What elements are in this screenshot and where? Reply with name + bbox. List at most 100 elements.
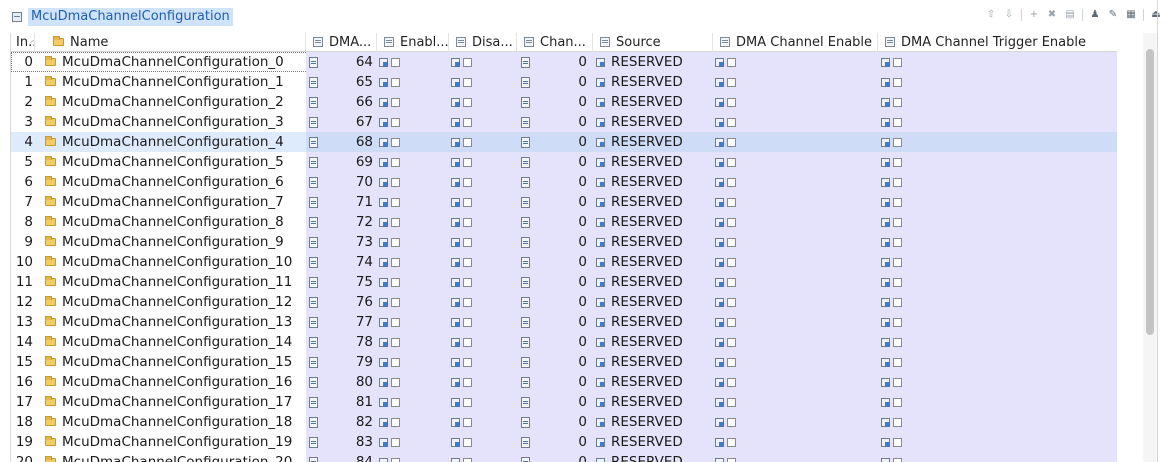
- scrollbar-thumb[interactable]: [1146, 49, 1154, 335]
- container-title[interactable]: McuDmaChannelConfiguration: [28, 8, 233, 26]
- disable-checkbox[interactable]: [463, 278, 472, 287]
- source-cell[interactable]: RESERVED: [593, 252, 711, 272]
- dma-value[interactable]: 75: [331, 272, 373, 292]
- dma-channel-enable-checkbox[interactable]: [727, 238, 736, 247]
- row-name-cell[interactable]: McuDmaChannelConfiguration_4: [45, 132, 305, 152]
- dma-channel-trigger-enable-checkbox[interactable]: [893, 298, 902, 307]
- vertical-scrollbar[interactable]: [1143, 33, 1157, 462]
- enable-checkbox[interactable]: [391, 178, 400, 187]
- header-name[interactable]: Name: [35, 33, 306, 52]
- table-row[interactable]: 1 McuDmaChannelConfiguration_1 65 0 RESERVED: [11, 72, 1117, 92]
- dma-channel-enable-checkbox[interactable]: [727, 278, 736, 287]
- row-name-cell[interactable]: McuDmaChannelConfiguration_19: [45, 432, 305, 452]
- source-cell[interactable]: RESERVED: [593, 372, 711, 392]
- row-name-cell[interactable]: McuDmaChannelConfiguration_1: [45, 72, 305, 92]
- header-dma-channel-enable[interactable]: DMA Channel Enable: [713, 33, 878, 52]
- enable-checkbox[interactable]: [391, 398, 400, 407]
- disable-checkbox[interactable]: [463, 138, 472, 147]
- channel-value[interactable]: 0: [551, 72, 587, 92]
- dma-channel-trigger-enable-checkbox[interactable]: [893, 258, 902, 267]
- channel-value[interactable]: 0: [551, 352, 587, 372]
- channel-value[interactable]: 0: [551, 152, 587, 172]
- channel-value[interactable]: 0: [551, 392, 587, 412]
- enable-checkbox[interactable]: [391, 198, 400, 207]
- dma-channel-trigger-enable-checkbox[interactable]: [893, 318, 902, 327]
- table-row[interactable]: 10 McuDmaChannelConfiguration_10 74 0 RESERV…: [11, 252, 1117, 272]
- source-cell[interactable]: RESERVED: [593, 132, 711, 152]
- dma-value[interactable]: 64: [331, 52, 373, 72]
- enable-checkbox[interactable]: [391, 78, 400, 87]
- disable-checkbox[interactable]: [463, 378, 472, 387]
- enable-checkbox[interactable]: [391, 338, 400, 347]
- enable-checkbox[interactable]: [391, 358, 400, 367]
- disable-checkbox[interactable]: [463, 98, 472, 107]
- dma-value[interactable]: 84: [331, 452, 373, 462]
- table-row[interactable]: 11 McuDmaChannelConfiguration_11 75 0 RESERV…: [11, 272, 1117, 292]
- disable-checkbox[interactable]: [463, 358, 472, 367]
- dma-channel-enable-checkbox[interactable]: [727, 138, 736, 147]
- dma-channel-trigger-enable-checkbox[interactable]: [893, 158, 902, 167]
- dma-channel-trigger-enable-checkbox[interactable]: [893, 58, 902, 67]
- enable-checkbox[interactable]: [391, 418, 400, 427]
- dma-value[interactable]: 81: [331, 392, 373, 412]
- channel-value[interactable]: 0: [551, 52, 587, 72]
- row-name-cell[interactable]: McuDmaChannelConfiguration_8: [45, 212, 305, 232]
- row-name-cell[interactable]: McuDmaChannelConfiguration_0: [45, 52, 305, 72]
- source-cell[interactable]: RESERVED: [593, 392, 711, 412]
- row-name-cell[interactable]: McuDmaChannelConfiguration_15: [45, 352, 305, 372]
- dma-channel-trigger-enable-checkbox[interactable]: [893, 218, 902, 227]
- move-down-icon[interactable]: ⇩: [1003, 9, 1015, 21]
- enable-checkbox[interactable]: [391, 318, 400, 327]
- dma-channel-enable-checkbox[interactable]: [727, 258, 736, 267]
- row-name-cell[interactable]: McuDmaChannelConfiguration_18: [45, 412, 305, 432]
- dma-channel-enable-checkbox[interactable]: [727, 198, 736, 207]
- row-name-cell[interactable]: McuDmaChannelConfiguration_12: [45, 292, 305, 312]
- dma-value[interactable]: 83: [331, 432, 373, 452]
- dma-value[interactable]: 71: [331, 192, 373, 212]
- dma-channel-trigger-enable-checkbox[interactable]: [893, 78, 902, 87]
- dma-value[interactable]: 74: [331, 252, 373, 272]
- enable-checkbox[interactable]: [391, 278, 400, 287]
- dma-channel-trigger-enable-checkbox[interactable]: [893, 98, 902, 107]
- dma-channel-trigger-enable-checkbox[interactable]: [893, 438, 902, 447]
- table-row[interactable]: 8 McuDmaChannelConfiguration_8 72 0 RESERVED: [11, 212, 1117, 232]
- channel-value[interactable]: 0: [551, 372, 587, 392]
- channel-value[interactable]: 0: [551, 452, 587, 462]
- table-row[interactable]: 15 McuDmaChannelConfiguration_15 79 0 RESERV…: [11, 352, 1117, 372]
- row-name-cell[interactable]: McuDmaChannelConfiguration_6: [45, 172, 305, 192]
- dma-channel-enable-checkbox[interactable]: [727, 458, 736, 462]
- table-row[interactable]: 16 McuDmaChannelConfiguration_16 80 0 RESERV…: [11, 372, 1117, 392]
- move-up-icon[interactable]: ⇧: [985, 9, 997, 21]
- dma-channel-trigger-enable-checkbox[interactable]: [893, 418, 902, 427]
- source-cell[interactable]: RESERVED: [593, 212, 711, 232]
- dma-value[interactable]: 79: [331, 352, 373, 372]
- header-enable[interactable]: Enabl...: [377, 33, 449, 52]
- dma-channel-trigger-enable-checkbox[interactable]: [893, 178, 902, 187]
- disable-checkbox[interactable]: [463, 218, 472, 227]
- channel-value[interactable]: 0: [551, 112, 587, 132]
- source-cell[interactable]: RESERVED: [593, 112, 711, 132]
- source-cell[interactable]: RESERVED: [593, 292, 711, 312]
- dma-channel-trigger-enable-checkbox[interactable]: [893, 238, 902, 247]
- dma-channel-trigger-enable-checkbox[interactable]: [893, 458, 902, 462]
- source-cell[interactable]: RESERVED: [593, 312, 711, 332]
- dma-channel-enable-checkbox[interactable]: [727, 318, 736, 327]
- table-row[interactable]: 17 McuDmaChannelConfiguration_17 81 0 RESERV…: [11, 392, 1117, 412]
- edit-icon[interactable]: ✎: [1107, 9, 1119, 21]
- row-name-cell[interactable]: McuDmaChannelConfiguration_5: [45, 152, 305, 172]
- row-name-cell[interactable]: McuDmaChannelConfiguration_9: [45, 232, 305, 252]
- source-cell[interactable]: RESERVED: [593, 352, 711, 372]
- table-row[interactable]: 2 McuDmaChannelConfiguration_2 66 0 RESERVED: [11, 92, 1117, 112]
- channel-value[interactable]: 0: [551, 432, 587, 452]
- dma-value[interactable]: 66: [331, 92, 373, 112]
- disable-checkbox[interactable]: [463, 418, 472, 427]
- enable-checkbox[interactable]: [391, 378, 400, 387]
- header-source[interactable]: Source: [593, 33, 713, 52]
- header-dma[interactable]: DMA...: [306, 33, 377, 52]
- source-cell[interactable]: RESERVED: [593, 72, 711, 92]
- table-row[interactable]: 7 McuDmaChannelConfiguration_7 71 0 RESERVED: [11, 192, 1117, 212]
- delete-icon[interactable]: ✖: [1046, 9, 1058, 21]
- dma-channel-enable-checkbox[interactable]: [727, 418, 736, 427]
- dma-value[interactable]: 77: [331, 312, 373, 332]
- table-row[interactable]: 14 McuDmaChannelConfiguration_14 78 0 RESERV…: [11, 332, 1117, 352]
